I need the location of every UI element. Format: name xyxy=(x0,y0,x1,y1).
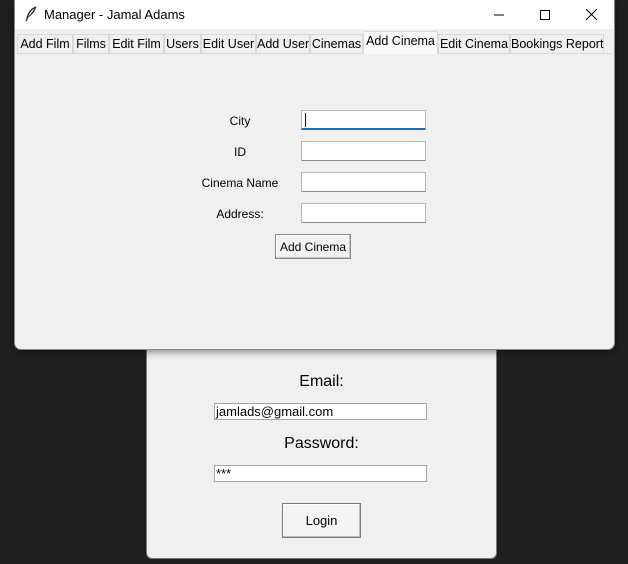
maximize-icon xyxy=(540,9,550,20)
cinema-name-input[interactable] xyxy=(301,172,426,192)
tab-films[interactable]: Films xyxy=(73,34,109,53)
text-caret xyxy=(305,113,306,127)
close-icon xyxy=(585,9,597,20)
tab-add-user[interactable]: Add User xyxy=(256,34,310,53)
city-label: City xyxy=(229,114,251,128)
tab-add-film[interactable]: Add Film xyxy=(17,34,73,53)
tab-add-cinema[interactable]: Add Cinema xyxy=(363,31,438,54)
city-input[interactable] xyxy=(301,110,426,130)
tab-bar: Add Film Films Edit Film Users Edit User… xyxy=(17,31,612,54)
cinema-name-label: Cinema Name xyxy=(201,176,279,190)
tab-edit-cinema[interactable]: Edit Cinema xyxy=(438,34,510,53)
id-label: ID xyxy=(234,145,246,159)
close-button[interactable] xyxy=(568,0,614,29)
email-label: Email: xyxy=(299,373,344,390)
tab-users[interactable]: Users xyxy=(164,34,201,53)
window-title: Manager - Jamal Adams xyxy=(44,7,185,22)
id-input[interactable] xyxy=(301,141,426,161)
tab-bookings-report[interactable]: Bookings Report xyxy=(510,34,604,53)
address-input[interactable] xyxy=(301,203,426,223)
add-cinema-button[interactable]: Add Cinema xyxy=(275,234,351,259)
email-field[interactable]: jamlads@gmail.com xyxy=(214,403,427,420)
password-label: Password: xyxy=(284,435,359,452)
tab-edit-user[interactable]: Edit User xyxy=(201,34,256,53)
manager-window: Manager - Jamal Adams Add Film Films Edi… xyxy=(14,0,615,350)
minimize-button[interactable] xyxy=(476,0,522,29)
tab-edit-film[interactable]: Edit Film xyxy=(109,34,164,53)
feather-icon xyxy=(25,6,37,22)
title-bar[interactable]: Manager - Jamal Adams xyxy=(15,0,614,29)
maximize-button[interactable] xyxy=(522,0,568,29)
password-field[interactable]: *** xyxy=(214,465,427,482)
tab-cinemas[interactable]: Cinemas xyxy=(310,34,363,53)
minimize-icon xyxy=(494,14,504,15)
login-window: Email: jamlads@gmail.com Password: *** L… xyxy=(146,340,497,559)
login-button[interactable]: Login xyxy=(282,503,361,538)
address-label: Address: xyxy=(216,207,264,221)
